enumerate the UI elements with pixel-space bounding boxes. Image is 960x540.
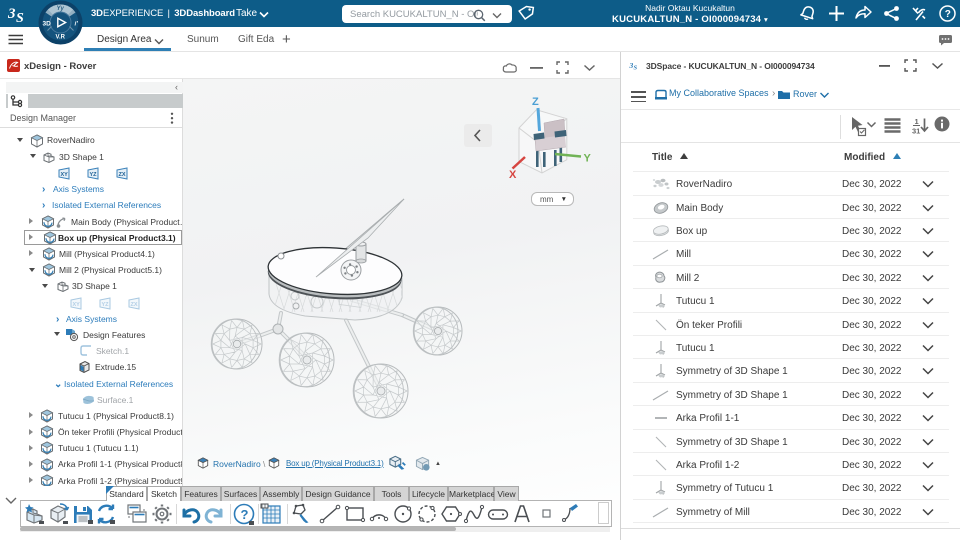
svg-text:Y: Y xyxy=(584,153,592,165)
svg-text:S: S xyxy=(634,65,638,72)
svg-text:Yy: Yy xyxy=(57,6,65,12)
svg-text:YZ: YZ xyxy=(90,172,98,178)
svg-text:XY: XY xyxy=(61,172,69,178)
svg-text:?: ? xyxy=(241,507,249,522)
svg-text:X: X xyxy=(509,169,517,181)
svg-text:S: S xyxy=(16,11,24,25)
svg-text:?: ? xyxy=(945,9,951,20)
svg-text:ZX: ZX xyxy=(119,172,126,178)
svg-text:XY: XY xyxy=(73,302,81,308)
svg-text:ZX: ZX xyxy=(131,302,138,308)
svg-text:3: 3 xyxy=(629,61,634,70)
svg-text:3D: 3D xyxy=(43,21,52,28)
svg-text:V.R: V.R xyxy=(56,35,66,41)
svg-text:1: 1 xyxy=(915,117,919,126)
svg-text:YZ: YZ xyxy=(102,302,110,308)
svg-text:Z: Z xyxy=(532,96,539,108)
svg-text:3: 3 xyxy=(8,6,16,22)
svg-text:31: 31 xyxy=(912,127,920,135)
svg-text:i': i' xyxy=(75,21,79,28)
